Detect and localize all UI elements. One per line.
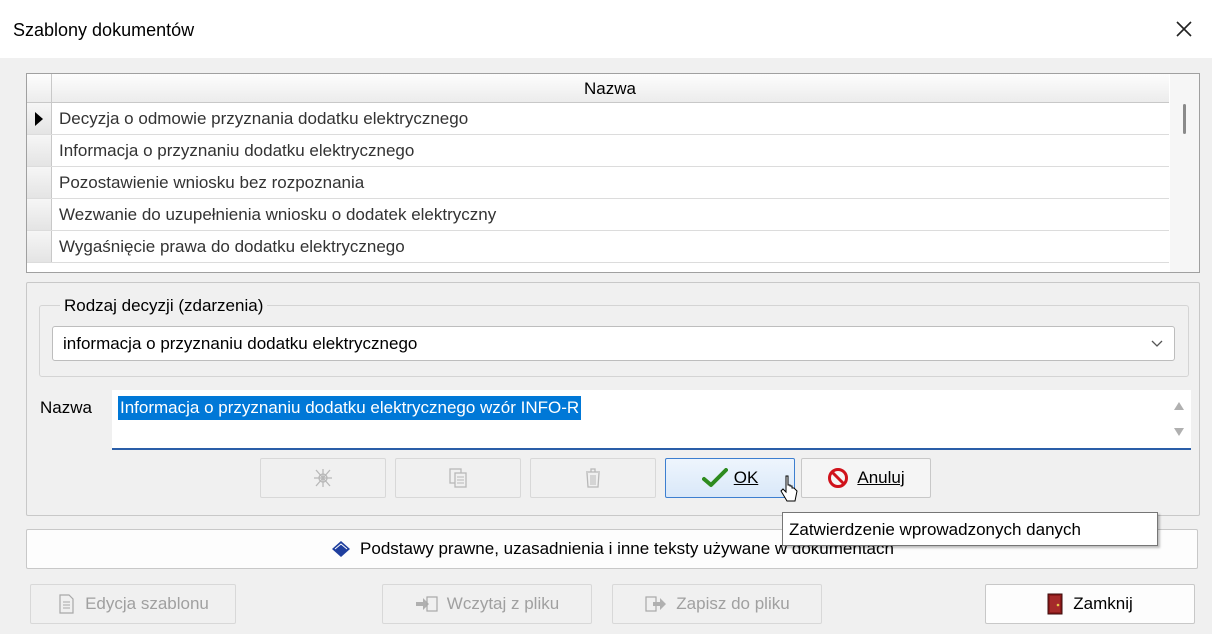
load-from-file-button[interactable]: Wczytaj z pliku: [382, 584, 592, 624]
table-row[interactable]: Decyzja o odmowie przyznania dodatku ele…: [27, 103, 1169, 135]
window-title: Szablony dokumentów: [13, 20, 195, 40]
close-icon: [1176, 21, 1192, 37]
cancel-button-label: Anuluj: [857, 468, 905, 487]
templates-grid[interactable]: Nazwa Decyzja o odmowie przyznania dodat…: [26, 73, 1200, 273]
checkmark-icon: [701, 468, 728, 487]
cancel-button[interactable]: Anuluj: [801, 458, 931, 498]
row-indicator: [27, 103, 52, 134]
scroll-up-icon[interactable]: [1174, 402, 1184, 410]
scroll-down-icon[interactable]: [1174, 428, 1184, 436]
scrollbar-thumb[interactable]: [1183, 104, 1186, 134]
load-from-file-label: Wczytaj z pliku: [446, 594, 560, 613]
row-indicator: [27, 231, 52, 262]
document-icon: [59, 594, 74, 614]
grid-scrollbar[interactable]: [1170, 74, 1199, 272]
ok-tooltip: Zatwierdzenie wprowadzonych danych: [782, 512, 1158, 546]
row-name: Pozostawienie wniosku bez rozpoznania: [59, 173, 365, 192]
current-row-arrow-icon: [35, 111, 43, 126]
grid-rows: Decyzja o odmowie przyznania dodatku ele…: [27, 103, 1169, 263]
copy-document-icon: [449, 468, 467, 488]
decision-group-legend: Rodzaj decyzji (zdarzenia): [60, 296, 268, 316]
title-bar: Szablony dokumentów: [0, 0, 1212, 58]
save-to-file-label: Zapisz do pliku: [676, 594, 790, 613]
mouse-cursor-icon: [780, 475, 798, 502]
close-button[interactable]: Zamknij: [985, 584, 1195, 624]
copy-button[interactable]: [395, 458, 521, 498]
trash-icon: [586, 468, 600, 488]
table-row[interactable]: Wezwanie do uzupełnienia wniosku o dodat…: [27, 199, 1169, 231]
table-row[interactable]: Pozostawienie wniosku bez rozpoznania: [27, 167, 1169, 199]
name-field-scrollbar[interactable]: [1167, 390, 1191, 448]
book-icon: [332, 541, 351, 557]
ok-button[interactable]: OK: [665, 458, 795, 498]
row-name: Informacja o przyznaniu dodatku elektryc…: [59, 141, 415, 160]
close-window-button[interactable]: [1156, 0, 1212, 58]
name-field-selected-text: Informacja o przyznaniu dodatku elektryc…: [118, 396, 582, 420]
close-button-label: Zamknij: [1073, 594, 1133, 613]
chevron-down-icon: [1151, 340, 1163, 347]
cancel-icon: [828, 468, 849, 488]
row-indicator: [27, 135, 52, 166]
new-button[interactable]: [260, 458, 386, 498]
ok-button-label: OK: [733, 468, 759, 487]
edit-template-label: Edycja szablonu: [85, 594, 209, 613]
column-header-nazwa[interactable]: Nazwa: [51, 74, 1169, 102]
grid-corner: [27, 74, 52, 102]
row-name: Wezwanie do uzupełnienia wniosku o dodat…: [59, 205, 497, 224]
table-row[interactable]: Informacja o przyznaniu dodatku elektryc…: [27, 135, 1169, 167]
row-indicator: [27, 167, 52, 198]
row-indicator: [27, 199, 52, 230]
dialog-window: Szablony dokumentów Nazwa Decyzja o odmo…: [0, 0, 1212, 634]
export-icon: [645, 596, 667, 612]
edit-template-button[interactable]: Edycja szablonu: [30, 584, 236, 624]
name-label: Nazwa: [40, 398, 92, 417]
new-document-icon: [314, 469, 332, 487]
decision-type-select[interactable]: informacja o przyznaniu dodatku elektryc…: [52, 326, 1175, 361]
name-field[interactable]: Informacja o przyznaniu dodatku elektryc…: [112, 390, 1191, 450]
row-name: Decyzja o odmowie przyznania dodatku ele…: [59, 109, 469, 128]
row-name: Wygaśnięcie prawa do dodatku elektryczne…: [59, 237, 405, 256]
delete-button[interactable]: [530, 458, 656, 498]
table-row[interactable]: Wygaśnięcie prawa do dodatku elektryczne…: [27, 231, 1169, 263]
decision-type-value: informacja o przyznaniu dodatku elektryc…: [63, 334, 418, 353]
save-to-file-button[interactable]: Zapisz do pliku: [612, 584, 822, 624]
door-icon: [1047, 593, 1063, 615]
grid-header: Nazwa: [27, 74, 1169, 103]
import-icon: [415, 596, 438, 612]
